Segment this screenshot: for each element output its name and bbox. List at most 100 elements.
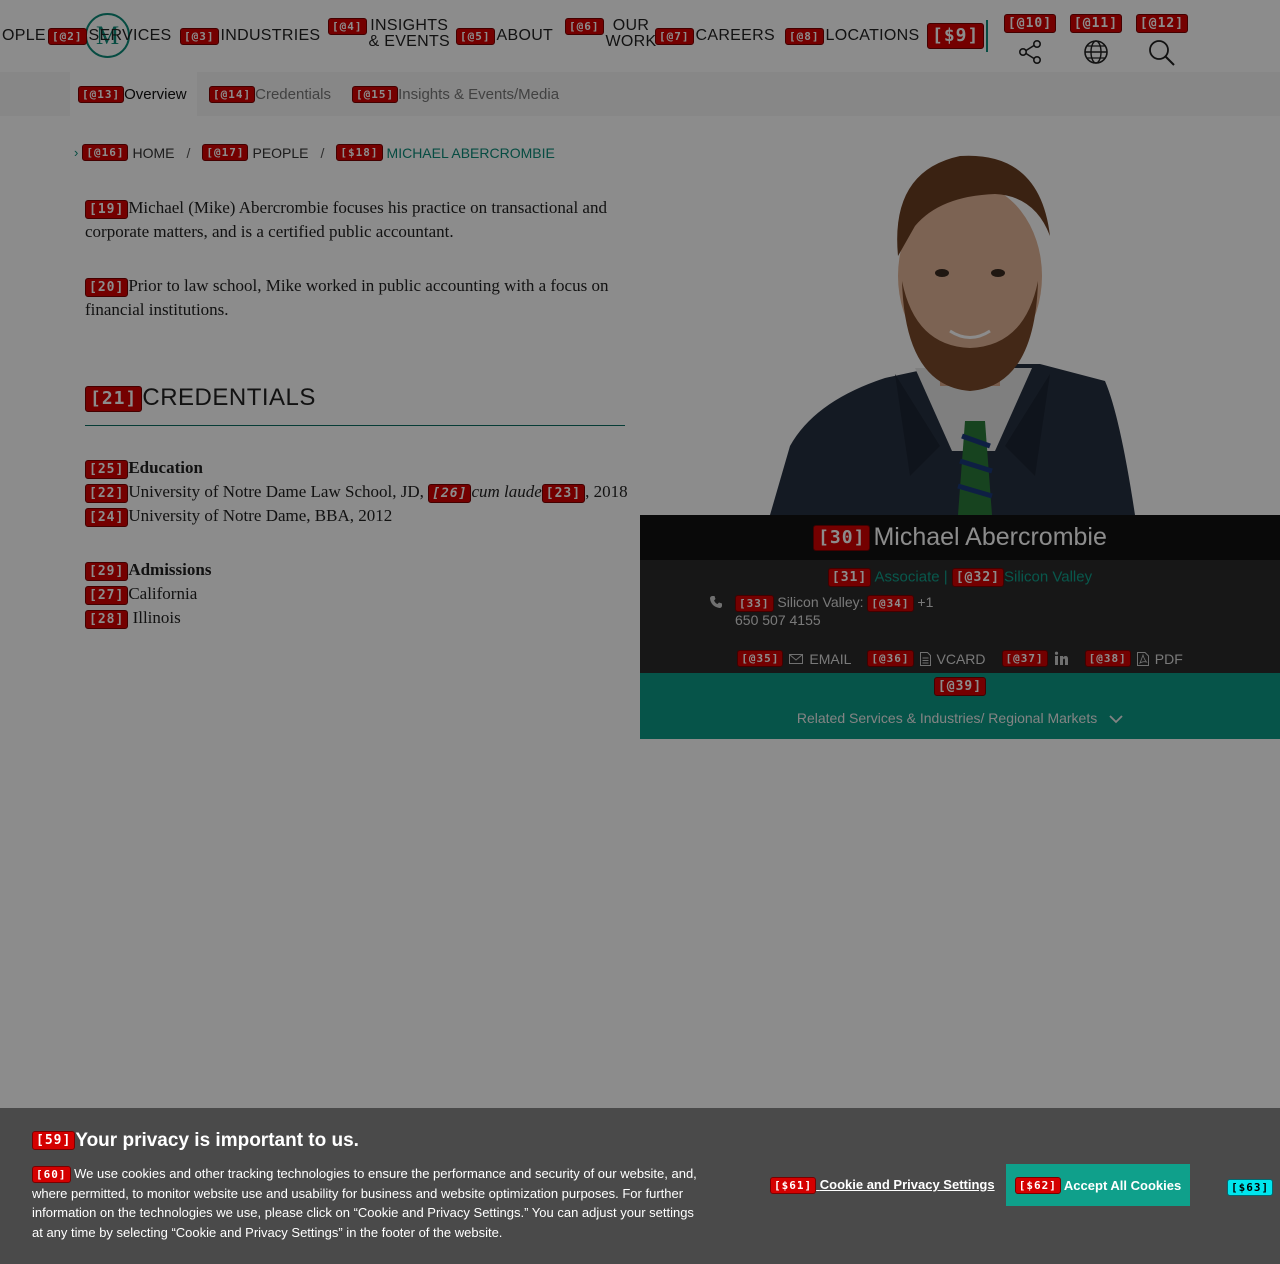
nav-careers-tag: [@7] (655, 27, 694, 45)
nav-people-label: OPLE (2, 27, 46, 44)
breadcrumb: › [@16] HOME / [@17] PEOPLE / [$18] MICH… (74, 144, 555, 161)
cookie-body-text: We use cookies and other tracking techno… (32, 1166, 697, 1240)
phone-icon (709, 595, 723, 613)
profile-actions: [@35] EMAIL [@36] VCARD [@37] [@38] PDF (640, 650, 1280, 667)
nav-industries[interactable]: [@3] INDUSTRIES (180, 0, 320, 72)
education-item: [22] University of Notre Dame Law School,… (85, 480, 628, 504)
document-icon (919, 651, 931, 666)
attorney-portrait (770, 155, 1135, 515)
education-label: Education (128, 458, 203, 477)
name-tag: [30] (813, 524, 871, 551)
tab-insights-tag: [@15] (352, 85, 399, 103)
breadcrumb-home[interactable]: HOME (132, 145, 174, 161)
linkedin-button[interactable]: [@37] (1001, 650, 1069, 667)
phone-line: [33] Silicon Valley: [@34] +1 650 507 41… (710, 594, 933, 629)
edu1-honor: cum laude (471, 482, 542, 501)
bio-column: › [@16] HOME / [@17] PEOPLE / [$18] MICH… (0, 116, 640, 1264)
profile-photo (640, 116, 1280, 515)
nav-divider (986, 20, 989, 52)
search-button[interactable]: [@12] (1132, 14, 1192, 68)
phone-prefix[interactable]: +1 (917, 594, 933, 610)
pdf-button[interactable]: [@38] PDF (1084, 650, 1183, 667)
edu1b-tag: [23] (541, 483, 586, 503)
breadcrumb-chevron-icon: › (74, 145, 79, 160)
globe-icon (1084, 40, 1108, 64)
edu2-tag: [24] (85, 507, 129, 527)
cookie-body-tag: [60] (32, 1166, 71, 1184)
edu1-year: , 2018 (585, 482, 628, 501)
profile-subnav: [@13] Overview [@14] Credentials [@15] I… (0, 72, 1280, 116)
nav-about[interactable]: [@5] ABOUT (456, 0, 553, 72)
nav-careers[interactable]: [@7] CAREERS (655, 0, 775, 72)
phone-label: Silicon Valley: (777, 594, 864, 610)
cookie-settings-label: Cookie and Privacy Settings (819, 1177, 995, 1192)
pdf-label: PDF (1154, 650, 1183, 667)
education-item: [24] University of Notre Dame, BBA, 2012 (85, 504, 628, 528)
vcard-button[interactable]: [@36] VCARD (867, 650, 986, 667)
language-button[interactable]: [@11] (1066, 14, 1126, 68)
vcard-label: VCARD (936, 650, 986, 667)
breadcrumb-people[interactable]: PEOPLE (252, 145, 308, 161)
office-tag: [@32] (951, 568, 1004, 587)
breadcrumb-current[interactable]: MICHAEL ABERCROMBIE (387, 145, 555, 161)
tab-overview-label: Overview (124, 85, 187, 103)
admissions-label: Admissions (128, 560, 212, 579)
adm2-text: Illinois (128, 608, 181, 627)
bc-home-tag: [@16] (82, 144, 129, 161)
nav-people[interactable]: OPLE (0, 0, 46, 72)
search-tag: [@12] (1135, 14, 1189, 33)
edu-head-tag: [25] (85, 459, 129, 479)
breadcrumb-separator: / (320, 144, 325, 161)
profile-card: [30] Michael Abercrombie [31] Associate … (640, 116, 1280, 739)
nav-about-label: ABOUT (496, 27, 554, 44)
nav-insights-events[interactable]: [@4] INSIGHTS & EVENTS (328, 0, 450, 72)
accept-all-cookies-label: Accept All Cookies (1063, 1177, 1182, 1193)
bio-p1-text: Michael (Mike) Abercrombie focuses his p… (85, 198, 607, 241)
admissions-block: [29] Admissions [27] California [28] Illin… (85, 558, 211, 630)
office-link[interactable]: Silicon Valley (1004, 568, 1092, 585)
cookie-title-tag: [59] (32, 1131, 76, 1151)
related-services-toggle[interactable]: [@39] Related Services & Industries/ Reg… (640, 673, 1280, 739)
related-label-row: Related Services & Industries/ Regional … (640, 710, 1280, 726)
edu1-text: University of Notre Dame Law School, JD, (128, 482, 429, 501)
nav-locations[interactable]: [@8] LOCATIONS (785, 0, 919, 72)
cookie-settings-tag: [$61] (770, 1177, 817, 1195)
edu2-text: University of Notre Dame, BBA, 2012 (128, 506, 393, 525)
edu1-tag: [22] (85, 483, 129, 503)
cookie-settings-link[interactable]: [$61] Cookie and Privacy Settings (770, 1177, 995, 1195)
nav-industries-tag: [@3] (180, 27, 219, 45)
nav-services-tag: [@2] (48, 27, 87, 45)
share-button[interactable]: [@10] (1000, 14, 1060, 68)
role-tag: [31] (827, 568, 872, 587)
tab-overview[interactable]: [@13] Overview (70, 72, 197, 116)
accept-all-cookies-button[interactable]: [$62] Accept All Cookies (1006, 1164, 1190, 1206)
cookie-accept-tag: [$62] (1014, 1176, 1061, 1194)
email-tag: [@35] (737, 650, 784, 667)
admission-item: [27] California (85, 582, 211, 606)
nav-menu-toggle[interactable]: [$9] (927, 0, 989, 72)
bio-paragraph: [20] Prior to law school, Mike worked in … (85, 274, 625, 322)
nav-our-work[interactable]: [@6] OUR WORK (565, 0, 656, 72)
phone-number[interactable]: 650 507 4155 (735, 612, 821, 628)
globe-tag: [@11] (1069, 14, 1123, 33)
cookie-close-button[interactable]: [$63] (1227, 1179, 1274, 1197)
linkedin-icon (1054, 651, 1068, 665)
email-button[interactable]: [@35] EMAIL (737, 650, 851, 667)
tab-insights-events-media[interactable]: [@15] Insights & Events/Media (352, 72, 559, 116)
email-label: EMAIL (809, 650, 852, 667)
tab-credentials[interactable]: [@14] Credentials (209, 72, 331, 116)
envelope-icon (789, 653, 804, 664)
search-icon (1149, 40, 1175, 66)
cookie-close-tag: [$63] (1227, 1179, 1274, 1197)
role-separator: | (943, 568, 948, 586)
related-label: Related Services & Industries/ Regional … (796, 710, 1098, 726)
role-office-line: [31] Associate | [@32] Silicon Valley (640, 568, 1280, 587)
nav-services[interactable]: [@2] SERVICES (48, 0, 172, 72)
adm-head-tag: [29] (85, 561, 129, 581)
bio-p1-tag: [19] (85, 199, 129, 219)
bio-paragraph: [19] Michael (Mike) Abercrombie focuses h… (85, 196, 625, 244)
pdf-tag: [@38] (1084, 650, 1131, 667)
tab-credentials-label: Credentials (255, 85, 331, 103)
vcard-tag: [@36] (867, 650, 914, 667)
education-label-row: [25] Education (85, 456, 628, 480)
